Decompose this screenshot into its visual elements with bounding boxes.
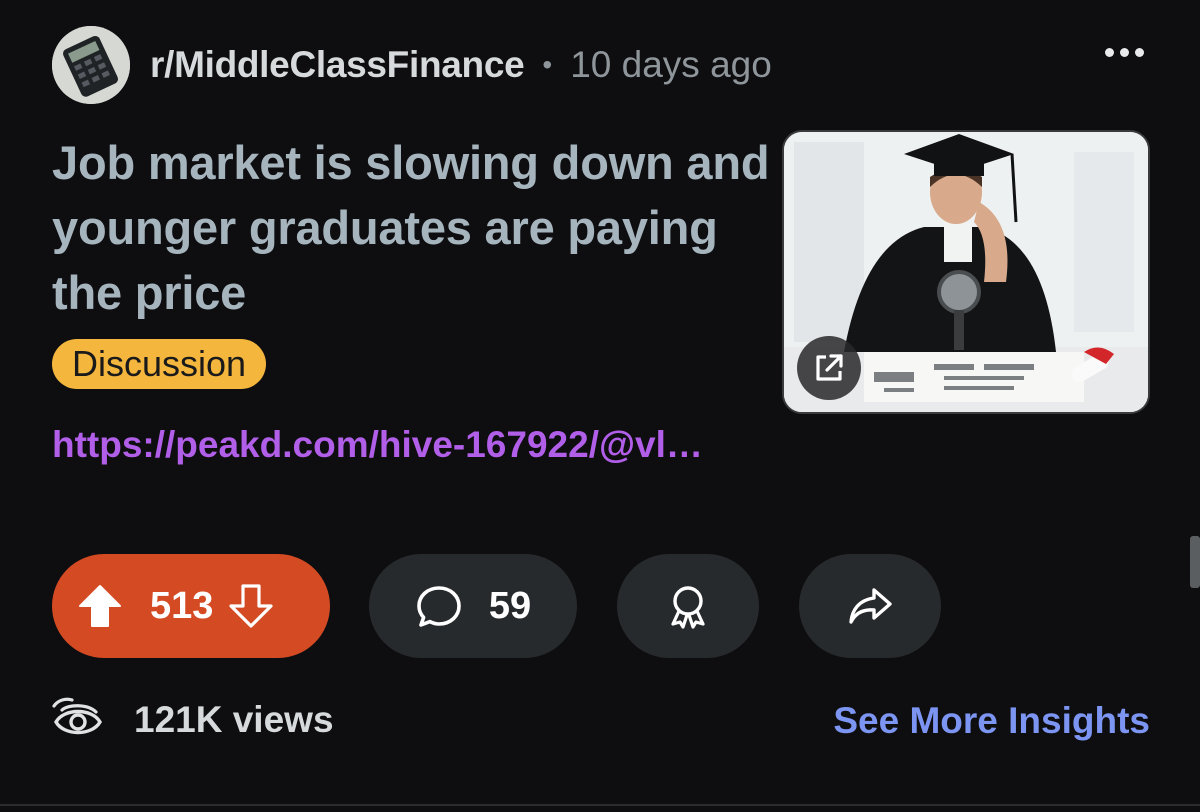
share-arrow-icon (849, 588, 892, 624)
meta-separator: • (542, 49, 553, 80)
comments-button[interactable]: 59 (369, 554, 577, 658)
post-card: r/MiddleClassFinance • 10 days ago Job m… (0, 0, 1200, 812)
subreddit-name[interactable]: r/MiddleClassFinance (150, 44, 525, 86)
post-flair[interactable]: Discussion (52, 339, 267, 389)
open-external-button[interactable] (797, 336, 861, 400)
scrollbar[interactable] (1190, 536, 1200, 588)
calculator-icon (52, 26, 130, 104)
more-dot-icon (1105, 48, 1114, 57)
comment-bubble-icon (417, 586, 461, 627)
post-divider (0, 804, 1200, 806)
vote-bar: 513 (52, 554, 330, 658)
post-header: r/MiddleClassFinance • 10 days ago (52, 26, 772, 104)
see-more-insights-link[interactable]: See More Insights (833, 700, 1150, 742)
vote-count: 513 (150, 584, 214, 627)
more-dot-icon (1135, 48, 1144, 57)
post-footer: 121K views (52, 694, 334, 746)
external-link-icon (816, 354, 843, 381)
award-button[interactable] (617, 554, 759, 658)
more-options-button[interactable] (1105, 48, 1144, 57)
share-button[interactable] (799, 554, 941, 658)
subreddit-avatar[interactable] (52, 26, 130, 104)
post-title[interactable]: Job market is slowing down and younger g… (52, 130, 772, 325)
views-count: 121K views (134, 699, 334, 740)
comment-count: 59 (488, 584, 532, 627)
upvote-icon[interactable] (76, 582, 124, 630)
more-dot-icon (1120, 48, 1129, 57)
post-time: 10 days ago (570, 44, 772, 85)
award-icon (671, 586, 705, 629)
views-eye-icon (52, 697, 102, 735)
downvote-icon[interactable] (227, 582, 275, 630)
post-link[interactable]: https://peakd.com/hive-167922/@vl… (52, 424, 703, 466)
